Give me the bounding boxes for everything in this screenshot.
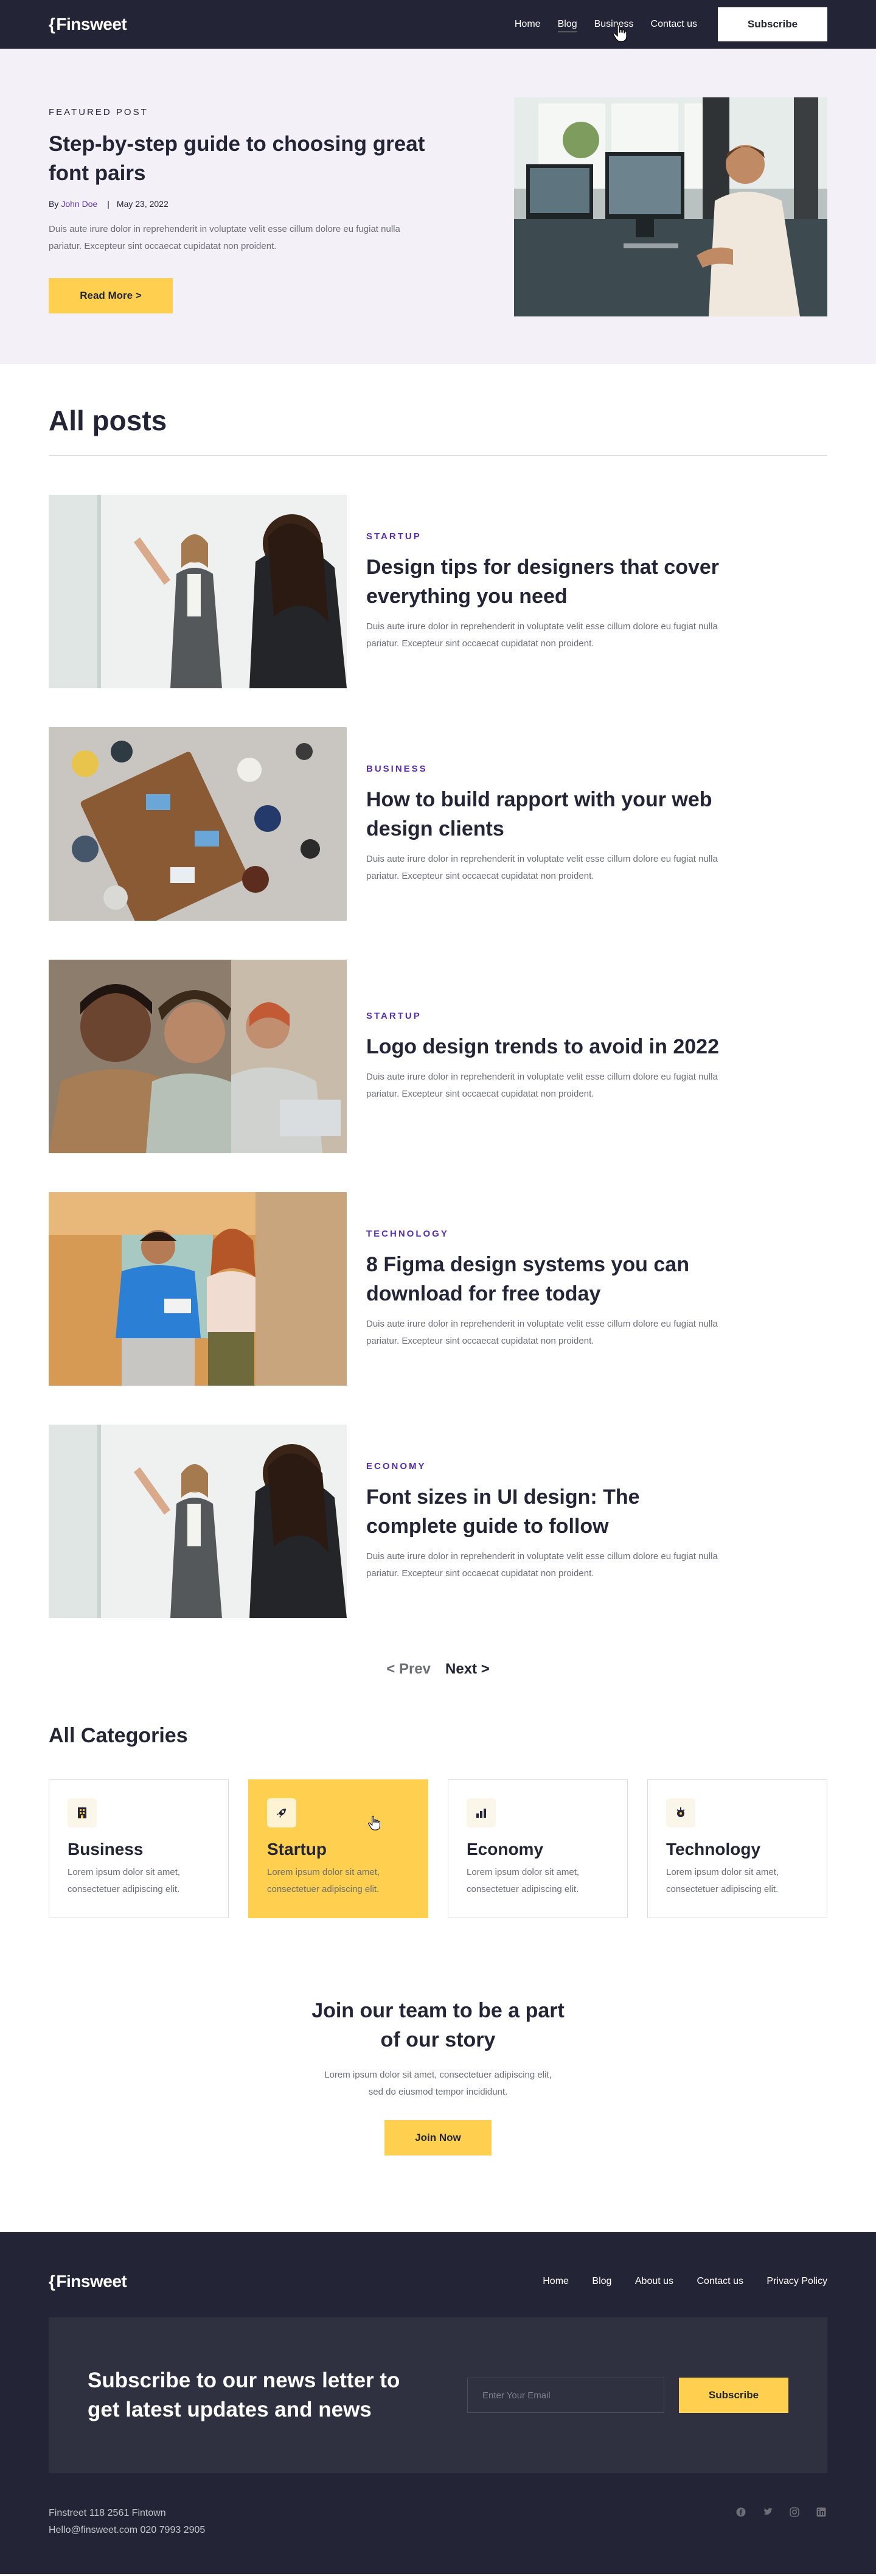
meta-separator: | bbox=[107, 199, 109, 209]
footer-nav-blog[interactable]: Blog bbox=[592, 2276, 611, 2286]
category-name: Technology bbox=[666, 1840, 761, 1859]
category-desc: Lorem ipsum dolor sit amet, consectetuer… bbox=[68, 1867, 181, 1894]
post-title[interactable]: 8 Figma design systems you can download … bbox=[366, 1250, 731, 1308]
post-image[interactable] bbox=[49, 1192, 347, 1386]
nav-home[interactable]: Home bbox=[515, 19, 541, 30]
next-page-button[interactable]: Next > bbox=[445, 1661, 490, 1678]
contact-line: Hello@finsweet.com 020 7993 2905 bbox=[49, 2525, 206, 2535]
post-excerpt: Duis aute irure dolor in reprehenderit i… bbox=[366, 621, 718, 649]
chip-icon bbox=[666, 1798, 695, 1827]
post-category[interactable]: STARTUP bbox=[366, 531, 743, 542]
category-name: Startup bbox=[267, 1840, 327, 1859]
featured-title[interactable]: Step-by-step guide to choosing great fon… bbox=[49, 130, 426, 188]
logo-mark-icon: { bbox=[49, 2272, 55, 2291]
site-logo[interactable]: {Finsweet bbox=[49, 15, 127, 34]
category-desc: Lorem ipsum dolor sit amet, consectetuer… bbox=[666, 1867, 779, 1894]
post-title[interactable]: Logo design trends to avoid in 2022 bbox=[366, 1032, 731, 1061]
join-text: Lorem ipsum dolor sit amet, consectetuer… bbox=[324, 2070, 552, 2097]
category-card-technology[interactable]: Technology Lorem ipsum dolor sit amet, c… bbox=[647, 1779, 827, 1918]
post-card[interactable]: STARTUP Logo design trends to avoid in 2… bbox=[49, 960, 827, 1153]
footer-nav-home[interactable]: Home bbox=[543, 2276, 569, 2286]
posts-divider bbox=[49, 455, 827, 456]
instagram-icon[interactable] bbox=[788, 2506, 801, 2518]
post-excerpt: Duis aute irure dolor in reprehenderit i… bbox=[366, 1071, 718, 1099]
facebook-icon[interactable] bbox=[735, 2506, 747, 2518]
footer-address: Finstreet 118 2561 Fintown Hello@finswee… bbox=[49, 2505, 205, 2539]
prev-page-button[interactable]: < Prev bbox=[386, 1661, 431, 1678]
post-category[interactable]: STARTUP bbox=[366, 1011, 743, 1021]
post-category[interactable]: TECHNOLOGY bbox=[366, 1229, 743, 1239]
join-title: Join our team to be a part of our story bbox=[311, 1999, 565, 2051]
footer-nav-contact[interactable]: Contact us bbox=[697, 2276, 743, 2286]
post-title[interactable]: Design tips for designers that cover eve… bbox=[366, 553, 731, 611]
post-card[interactable]: BUSINESS How to build rapport with your … bbox=[49, 727, 827, 921]
pagination: < Prev Next > bbox=[49, 1661, 827, 1678]
categories-title: All Categories bbox=[49, 1724, 188, 1747]
logo-mark-icon: { bbox=[49, 15, 55, 33]
category-name: Business bbox=[68, 1840, 144, 1859]
newsletter-box: Subscribe to our news letter to get late… bbox=[49, 2317, 827, 2473]
all-posts-section: All posts STARTUP Design tips for design… bbox=[49, 364, 827, 2155]
nav-business[interactable]: Business bbox=[594, 19, 634, 30]
post-image[interactable] bbox=[49, 495, 347, 688]
site-header: {Finsweet Home Blog Business Contact us … bbox=[0, 0, 876, 49]
all-posts-title: All posts bbox=[49, 405, 167, 436]
category-card-economy[interactable]: Economy Lorem ipsum dolor sit amet, cons… bbox=[448, 1779, 628, 1918]
post-excerpt: Duis aute irure dolor in reprehenderit i… bbox=[366, 853, 718, 881]
read-more-button[interactable]: Read More > bbox=[49, 278, 173, 313]
category-desc: Lorem ipsum dolor sit amet, consectetuer… bbox=[467, 1867, 580, 1894]
hand-cursor-icon bbox=[368, 1815, 381, 1831]
meta-date: May 23, 2022 bbox=[116, 199, 169, 209]
post-image[interactable] bbox=[49, 960, 347, 1153]
post-category[interactable]: BUSINESS bbox=[366, 764, 743, 774]
featured-meta: By John Doe | May 23, 2022 bbox=[49, 199, 426, 209]
category-card-business[interactable]: Business Lorem ipsum dolor sit amet, con… bbox=[49, 1779, 229, 1918]
join-now-button[interactable]: Join Now bbox=[384, 2120, 492, 2155]
twitter-icon[interactable] bbox=[762, 2506, 774, 2518]
post-image[interactable] bbox=[49, 727, 347, 921]
footer-nav-about[interactable]: About us bbox=[635, 2276, 673, 2286]
newsletter-subscribe-button[interactable]: Subscribe bbox=[679, 2378, 788, 2413]
post-excerpt: Duis aute irure dolor in reprehenderit i… bbox=[366, 1318, 718, 1346]
post-card[interactable]: ECONOMY Font sizes in UI design: The com… bbox=[49, 1425, 827, 1618]
building-icon bbox=[68, 1798, 97, 1827]
category-card-startup[interactable]: Startup Lorem ipsum dolor sit amet, cons… bbox=[248, 1779, 428, 1918]
post-card[interactable]: STARTUP Design tips for designers that c… bbox=[49, 495, 827, 688]
footer-logo[interactable]: {Finsweet bbox=[49, 2272, 127, 2291]
newsletter-title: Subscribe to our news letter to get late… bbox=[88, 2368, 400, 2421]
header-subscribe-button[interactable]: Subscribe bbox=[718, 7, 827, 41]
meta-author[interactable]: John Doe bbox=[61, 199, 97, 209]
bar-chart-icon bbox=[467, 1798, 496, 1827]
footer-nav-privacy[interactable]: Privacy Policy bbox=[766, 2276, 827, 2286]
meta-by: By bbox=[49, 199, 59, 209]
featured-excerpt: Duis aute irure dolor in reprehenderit i… bbox=[49, 224, 400, 251]
social-links bbox=[720, 2506, 827, 2518]
join-section: Join our team to be a part of our story … bbox=[49, 1996, 827, 2155]
featured-image[interactable] bbox=[514, 97, 827, 316]
main-nav: Home Blog Business Contact us Subscribe bbox=[498, 7, 827, 41]
category-desc: Lorem ipsum dolor sit amet, consectetuer… bbox=[267, 1867, 380, 1894]
linkedin-icon[interactable] bbox=[815, 2506, 827, 2518]
category-grid: Business Lorem ipsum dolor sit amet, con… bbox=[49, 1779, 827, 1918]
footer-nav: Home Blog About us Contact us Privacy Po… bbox=[522, 2276, 827, 2287]
post-image[interactable] bbox=[49, 1425, 347, 1618]
address-line: Finstreet 118 2561 Fintown bbox=[49, 2508, 166, 2518]
post-excerpt: Duis aute irure dolor in reprehenderit i… bbox=[366, 1551, 718, 1579]
nav-contact[interactable]: Contact us bbox=[651, 19, 697, 30]
post-title[interactable]: How to build rapport with your web desig… bbox=[366, 785, 731, 843]
nav-blog[interactable]: Blog bbox=[557, 19, 577, 32]
site-footer: {Finsweet Home Blog About us Contact us … bbox=[0, 2232, 876, 2574]
post-card[interactable]: TECHNOLOGY 8 Figma design systems you ca… bbox=[49, 1192, 827, 1386]
rocket-icon bbox=[267, 1798, 296, 1827]
featured-post: FEATURED POST Step-by-step guide to choo… bbox=[0, 49, 876, 364]
email-field[interactable] bbox=[467, 2378, 664, 2413]
post-category[interactable]: ECONOMY bbox=[366, 1461, 743, 1471]
newsletter-form: Subscribe bbox=[467, 2378, 788, 2413]
post-title[interactable]: Font sizes in UI design: The complete gu… bbox=[366, 1482, 731, 1541]
category-name: Economy bbox=[467, 1840, 544, 1859]
featured-eyebrow: FEATURED POST bbox=[49, 107, 148, 117]
